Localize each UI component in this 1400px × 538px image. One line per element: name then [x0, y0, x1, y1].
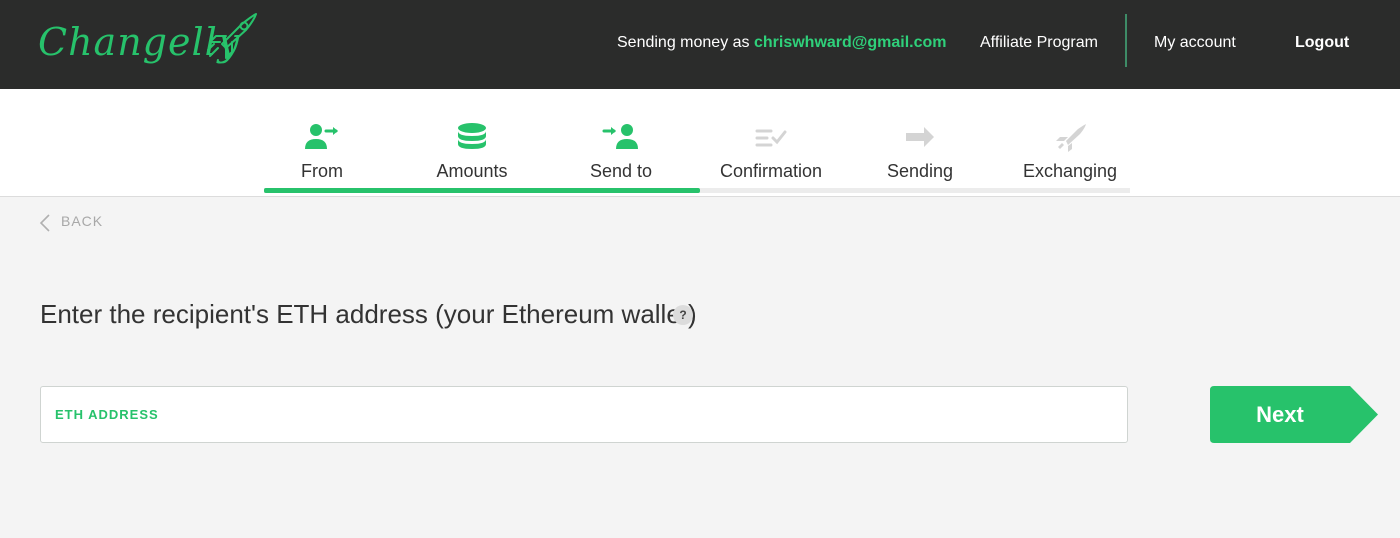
checklist-icon — [755, 129, 787, 147]
user-email: chriswhward@gmail.com — [753, 34, 947, 51]
sending-as-text: Sending money as chriswhward@gmail.com — [617, 34, 947, 52]
next-label: Next — [1256, 402, 1304, 427]
step-confirmation: Confirmation — [696, 89, 846, 197]
arrow-right-icon — [906, 127, 934, 147]
exchange-rocket-icon — [1056, 124, 1086, 152]
step-label: Amounts — [436, 161, 508, 181]
sending-prefix: Sending money as — [617, 34, 750, 51]
progress-fill — [264, 188, 700, 193]
step-label: Sending — [886, 161, 954, 181]
my-account-link[interactable]: My account — [1154, 34, 1236, 52]
eth-address-field[interactable]: ETH ADDRESS — [40, 386, 1128, 443]
step-label: Send to — [589, 161, 653, 181]
page-title: Enter the recipient's ETH address (your … — [40, 299, 697, 329]
nav-divider — [1125, 14, 1127, 67]
user-arrow-out-icon — [305, 124, 338, 149]
step-from: From — [247, 89, 397, 197]
rocket-icon — [207, 13, 257, 59]
step-label: From — [301, 161, 343, 181]
step-sending: Sending — [845, 89, 995, 197]
chevron-left-icon — [39, 214, 50, 232]
back-label: BACK — [61, 213, 104, 229]
eth-address-input[interactable] — [199, 395, 1119, 435]
top-header: Changelly Sending money as chriswhward@g… — [0, 0, 1400, 89]
coin-stack-icon — [458, 123, 486, 149]
affiliate-program-link[interactable]: Affiliate Program — [980, 34, 1098, 52]
help-icon[interactable]: ? — [673, 305, 693, 325]
logo[interactable]: Changelly — [38, 8, 278, 78]
logout-link[interactable]: Logout — [1295, 34, 1349, 52]
step-label: Confirmation — [719, 161, 823, 181]
step-send-to: Send to — [546, 89, 696, 197]
eth-address-label: ETH ADDRESS — [55, 407, 159, 422]
next-button[interactable]: Next — [1210, 386, 1378, 443]
step-amounts: Amounts — [397, 89, 547, 197]
step-exchanging: Exchanging — [995, 89, 1145, 197]
step-label: Exchanging — [1022, 161, 1118, 181]
arrow-user-in-icon — [602, 124, 638, 149]
steps-bar: From Amounts Send to Confirmation Sendin… — [0, 89, 1400, 197]
